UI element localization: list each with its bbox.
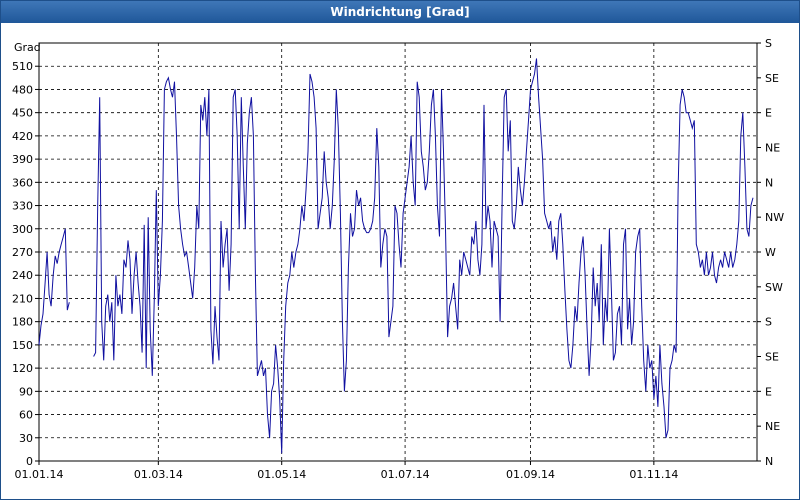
y2-tick-label: W	[765, 246, 776, 259]
y-tick-label: 330	[12, 200, 33, 213]
grid	[39, 43, 757, 461]
y-tick-label: 300	[12, 223, 33, 236]
y-tick-label: 120	[12, 362, 33, 375]
y2-tick-label: N	[765, 455, 773, 468]
series	[38, 58, 754, 454]
y2-tick-label: S	[765, 316, 772, 329]
y-tick-label: 210	[12, 292, 33, 305]
series-line	[38, 228, 70, 345]
window-title: Windrichtung [Grad]	[1, 1, 799, 23]
line-chart: Grad 0 30 60 90 120 150 180 210 240 270 300 330 360 3…	[12, 37, 784, 481]
y2-tick-label: N	[765, 176, 773, 189]
y-tick-label: 480	[12, 83, 33, 96]
y2-tick-label: SW	[765, 281, 783, 294]
y-tick-label: 270	[12, 246, 33, 259]
y-tick-label: 510	[12, 60, 33, 73]
y-tick-label: 180	[12, 316, 33, 329]
plot-frame	[38, 42, 758, 462]
y2-tick-label: NE	[765, 420, 780, 433]
x-tick-label: 01.09.14	[506, 468, 555, 481]
y2-tick-label: SE	[765, 72, 779, 85]
y-axis-label: Grad	[14, 41, 41, 54]
x-tick-label: 01.11.14	[629, 468, 678, 481]
x-tick-label: 01.01.14	[15, 468, 64, 481]
y2-tick-label: E	[765, 107, 772, 120]
y-tick-label: 390	[12, 153, 33, 166]
y-tick-label: 240	[12, 269, 33, 282]
x-tick-label: 01.03.14	[134, 468, 183, 481]
x-tick-label: 01.07.14	[381, 468, 430, 481]
y-tick-label: 360	[12, 176, 33, 189]
y-tick-label: 90	[19, 385, 33, 398]
chart-window: Windrichtung [Grad] Grad 0 30 60 90 120 150 18…	[0, 0, 800, 500]
y-tick-label: 60	[19, 409, 33, 422]
y-tick-label: 420	[12, 130, 33, 143]
y2-tick-label: NW	[765, 211, 784, 224]
y-tick-label: 150	[12, 339, 33, 352]
y2-tick-label: S	[765, 37, 772, 50]
y-tick-label: 450	[12, 107, 33, 120]
y2-tick-label: NE	[765, 142, 780, 155]
y2-tick-label: E	[765, 385, 772, 398]
x-tick-label: 01.05.14	[257, 468, 306, 481]
y2-tick-label: SE	[765, 351, 779, 364]
y-tick-label: 30	[19, 432, 33, 445]
y-tick-label: 0	[26, 455, 33, 468]
